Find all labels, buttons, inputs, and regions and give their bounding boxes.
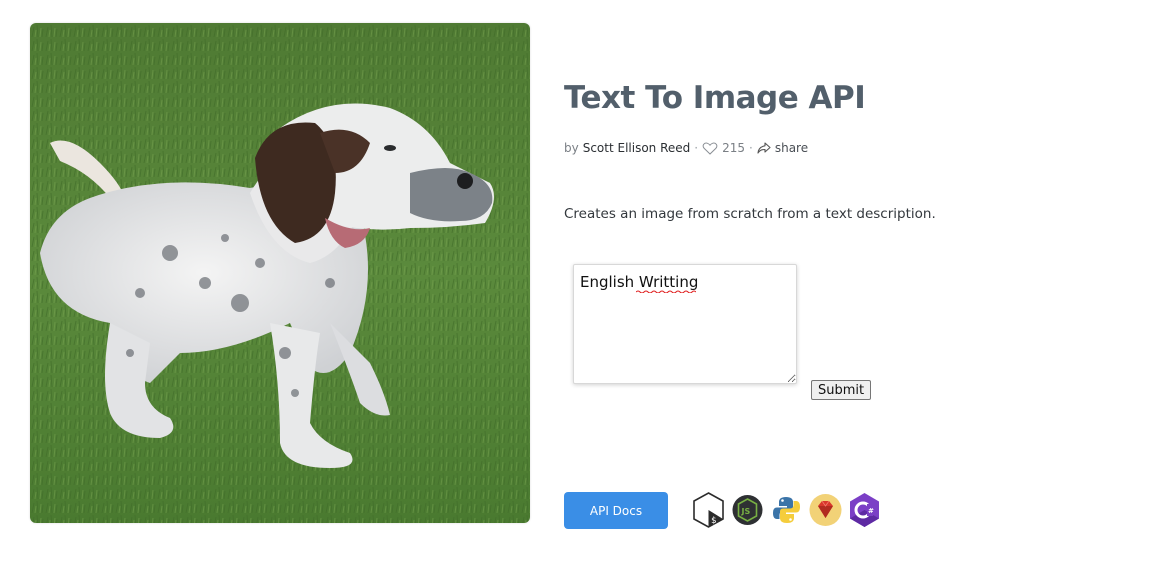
- ruby-icon[interactable]: [809, 492, 842, 528]
- page-title: Text To Image API: [564, 80, 866, 116]
- svg-text:$: $: [711, 516, 716, 526]
- separator: ·: [749, 141, 753, 155]
- language-icons: $ JS #: [692, 492, 881, 528]
- heart-icon[interactable]: [702, 142, 718, 155]
- svg-text:JS: JS: [741, 507, 751, 516]
- api-docs-button[interactable]: API Docs: [564, 492, 668, 529]
- meta-row: by Scott Ellison Reed · 215 · share: [564, 141, 808, 155]
- likes-count: 215: [722, 141, 746, 155]
- share-icon[interactable]: [757, 142, 771, 154]
- nodejs-icon[interactable]: JS: [731, 492, 764, 528]
- generated-image: [30, 23, 530, 523]
- author-link[interactable]: Scott Ellison Reed: [583, 141, 691, 155]
- description: Creates an image from scratch from a tex…: [564, 206, 936, 222]
- by-label: by: [564, 141, 579, 155]
- dog-on-grass-image: [30, 23, 530, 523]
- csharp-icon[interactable]: #: [848, 492, 881, 528]
- svg-text:#: #: [868, 507, 874, 515]
- shell-icon[interactable]: $: [692, 492, 725, 528]
- share-link[interactable]: share: [775, 141, 808, 155]
- submit-button[interactable]: Submit: [811, 380, 872, 400]
- separator: ·: [694, 141, 699, 155]
- prompt-input[interactable]: English Writting: [573, 264, 797, 384]
- page: Text To Image API by Scott Ellison Reed …: [0, 0, 1171, 578]
- spellcheck-underline: [636, 290, 696, 293]
- python-icon[interactable]: [770, 492, 803, 528]
